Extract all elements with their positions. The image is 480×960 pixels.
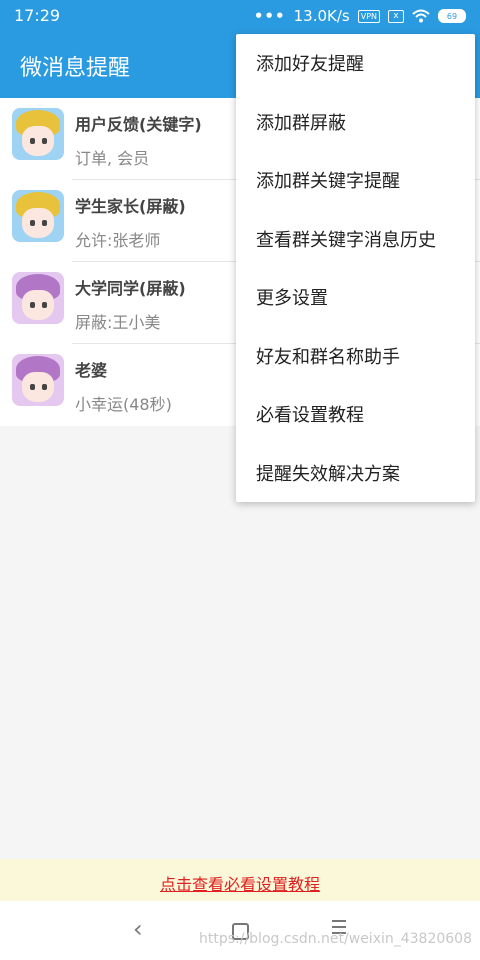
status-bar: 17:29 ••• 13.0K/s VPN x 69 (0, 0, 480, 32)
tutorial-link[interactable]: 点击查看必看设置教程 (160, 871, 320, 895)
contact-subtitle: 允许:张老师 (75, 231, 161, 250)
network-speed: 13.0K/s (293, 7, 350, 25)
avatar (12, 354, 64, 406)
menu-item-more-settings[interactable]: 更多设置 (236, 268, 475, 327)
avatar (12, 272, 64, 324)
menu-item-add-group-block[interactable]: 添加群屏蔽 (236, 93, 475, 152)
menu-item-add-group-keyword[interactable]: 添加群关键字提醒 (236, 151, 475, 210)
back-icon[interactable]: ‹ (133, 917, 151, 941)
avatar (12, 108, 64, 160)
overflow-menu: 添加好友提醒 添加群屏蔽 添加群关键字提醒 查看群关键字消息历史 更多设置 好友… (236, 34, 475, 502)
contact-name: 用户反馈(关键字) (75, 115, 202, 134)
watermark: https://blog.csdn.net/weixin_43820608 (198, 931, 472, 947)
more-dots-icon: ••• (253, 7, 286, 25)
contact-name: 老婆 (75, 361, 108, 380)
app-title: 微消息提醒 (20, 56, 131, 81)
contact-subtitle: 小幸运(48秒) (75, 395, 172, 414)
wifi-icon (412, 9, 430, 23)
menu-item-troubleshoot[interactable]: 提醒失效解决方案 (236, 444, 475, 503)
menu-item-add-friend-reminder[interactable]: 添加好友提醒 (236, 34, 475, 93)
contact-name: 大学同学(屏蔽) (75, 279, 186, 298)
menu-item-name-assistant[interactable]: 好友和群名称助手 (236, 327, 475, 386)
avatar (12, 190, 64, 242)
vpn-icon: VPN (357, 9, 380, 23)
menu-item-setup-tutorial[interactable]: 必看设置教程 (236, 385, 475, 444)
nav-bar: ‹ https://blog.csdn.net/weixin_43820608 (0, 901, 480, 960)
tutorial-banner: 点击查看必看设置教程 (0, 859, 480, 901)
status-time: 17:29 (14, 6, 61, 25)
no-sim-icon: x (388, 9, 404, 23)
battery-icon: 69 (438, 9, 466, 23)
contact-subtitle: 订单, 会员 (75, 149, 150, 168)
menu-item-keyword-history[interactable]: 查看群关键字消息历史 (236, 210, 475, 269)
status-icons: ••• 13.0K/s VPN x 69 (254, 7, 466, 25)
contact-subtitle: 屏蔽:王小美 (75, 313, 161, 332)
contact-name: 学生家长(屏蔽) (75, 197, 186, 216)
